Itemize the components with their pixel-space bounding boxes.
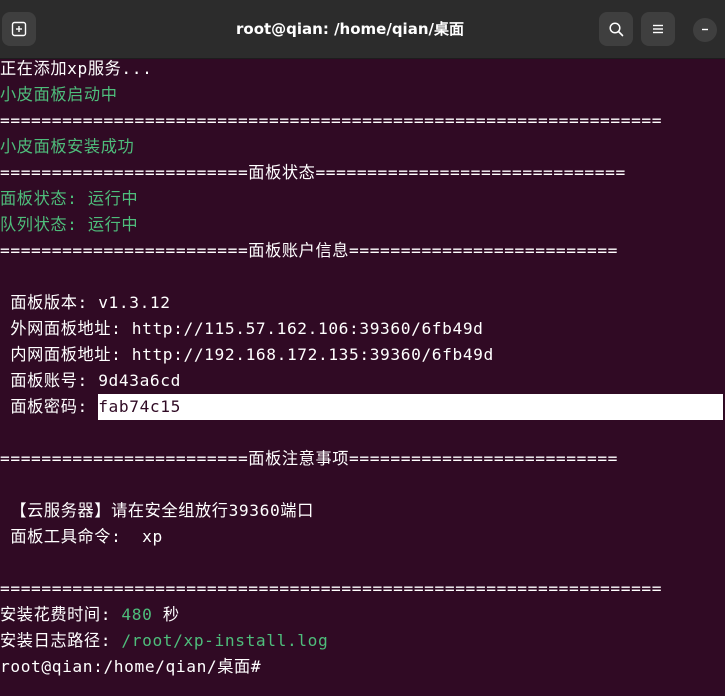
panel-account-label: 面板账号:	[0, 371, 99, 390]
install-time-label: 安装花费时间:	[0, 605, 122, 624]
new-tab-icon	[11, 21, 27, 37]
external-address-line: 外网面板地址: http://115.57.162.106:39360/6fb4…	[0, 316, 484, 342]
panel-password-line: 面板密码: fab74c15	[0, 394, 724, 420]
panel-status-line: 面板状态: 运行中	[0, 189, 139, 208]
panel-version-line: 面板版本: v1.3.12	[0, 290, 171, 316]
panel-starting-line: 小皮面板启动中	[0, 85, 118, 104]
internal-address-value: http://192.168.172.135:39360/6fb49d	[131, 345, 494, 364]
window-title: root@qian: /home/qian/桌面	[236, 20, 464, 38]
internal-address-label: 内网面板地址:	[0, 345, 132, 364]
adding-service-line: 正在添加xp服务...	[0, 59, 153, 78]
panel-version-label: 面板版本:	[0, 293, 99, 312]
panel-account-line: 面板账号: 9d43a6cd	[0, 368, 181, 394]
search-button[interactable]	[599, 12, 633, 46]
notes-header: ========================面板注意事项==========…	[0, 449, 619, 468]
terminal-output[interactable]: 正在添加xp服务... 小皮面板启动中 ====================…	[0, 56, 725, 696]
new-tab-button[interactable]	[2, 12, 36, 46]
panel-account-value: 9d43a6cd	[98, 371, 181, 390]
tool-command-value: xp	[142, 527, 163, 546]
title-bar: root@qian: /home/qian/桌面	[0, 0, 725, 59]
tool-command-label: 面板工具命令:	[0, 527, 143, 546]
install-success-line: 小皮面板安装成功	[0, 137, 135, 156]
cloud-server-note: 【云服务器】请在安全组放行39360端口	[0, 501, 314, 520]
panel-password-label: 面板密码:	[0, 397, 99, 416]
tool-command-line: 面板工具命令: xp	[0, 524, 163, 550]
external-address-label: 外网面板地址:	[0, 319, 132, 338]
external-address-value: http://115.57.162.106:39360/6fb49d	[131, 319, 484, 338]
account-info-header: ========================面板账户信息==========…	[0, 241, 619, 260]
hamburger-menu-icon	[651, 22, 665, 36]
log-path-line: 安装日志路径: /root/xp-install.log	[0, 628, 328, 654]
panel-password-value[interactable]: fab74c15	[98, 394, 724, 420]
minimize-icon	[700, 21, 710, 39]
install-time-unit: 秒	[152, 605, 180, 624]
log-path-value: /root/xp-install.log	[121, 631, 329, 650]
search-icon	[608, 21, 624, 37]
menu-button[interactable]	[641, 12, 675, 46]
install-time-line: 安装花费时间: 480 秒	[0, 602, 180, 628]
terminal-window: root@qian: /home/qian/桌面 正在添加xp服务... 小皮面…	[0, 0, 725, 696]
panel-version-value: v1.3.12	[98, 293, 171, 312]
internal-address-line: 内网面板地址: http://192.168.172.135:39360/6fb…	[0, 342, 494, 368]
install-time-value: 480	[121, 605, 153, 624]
minimize-button[interactable]	[693, 18, 717, 42]
shell-prompt[interactable]: root@qian:/home/qian/桌面#	[0, 654, 272, 680]
separator-line-bottom: ========================================…	[0, 579, 663, 598]
separator-line: ========================================…	[0, 111, 663, 130]
log-path-label: 安装日志路径:	[0, 631, 122, 650]
panel-status-header: ========================面板状态============…	[0, 163, 626, 182]
queue-status-line: 队列状态: 运行中	[0, 215, 139, 234]
